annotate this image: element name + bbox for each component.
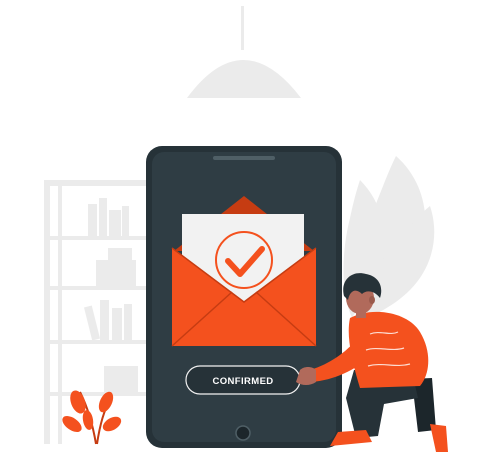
confirmed-button-label: CONFIRMED — [212, 376, 273, 387]
email-confirmed-illustration: CONFIRMED — [44, 6, 448, 452]
bookshelf — [44, 180, 148, 444]
ceiling-lamp-icon — [187, 6, 301, 98]
home-button-icon[interactable] — [235, 425, 251, 441]
orange-plant — [62, 390, 122, 445]
confirmed-button[interactable]: CONFIRMED — [185, 365, 301, 395]
